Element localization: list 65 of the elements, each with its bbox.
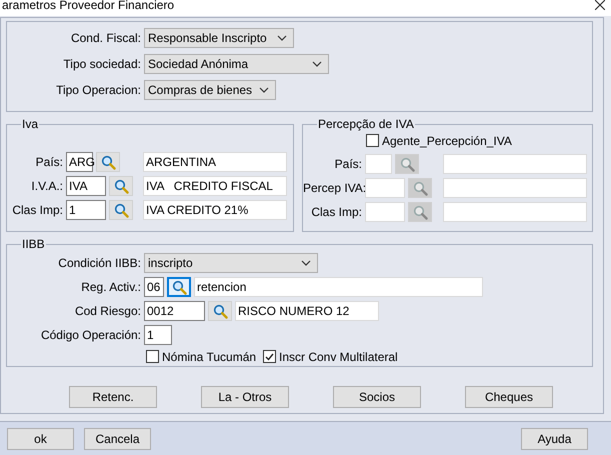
checkbox[interactable] [366, 134, 379, 147]
dropdown[interactable]: Sociedad Anónima [144, 54, 329, 74]
input-field[interactable]: retencion [194, 277, 483, 297]
dropdown[interactable]: Responsable Inscripto [144, 28, 294, 48]
dialog-button[interactable]: Cancela [84, 428, 151, 450]
group-title: Iva [21, 117, 40, 131]
action-button[interactable]: La - Otros [201, 386, 289, 408]
field-label: Tipo sociedad: [62, 56, 141, 73]
search-icon [412, 204, 428, 220]
field-label: Cond. Fiscal: [70, 30, 141, 47]
dialog-button[interactable]: ok [7, 428, 74, 450]
field-label: Clas Imp: [310, 204, 362, 221]
field-label: País: [334, 156, 362, 173]
search-icon [212, 304, 228, 318]
input-field[interactable]: ARGENTINA [143, 152, 287, 172]
input-field[interactable] [443, 178, 587, 198]
field-label: Código Operación: [40, 327, 141, 344]
input-field[interactable]: 0012 [144, 301, 205, 321]
input-field[interactable]: 1 [144, 325, 172, 345]
search-icon [412, 180, 428, 196]
input-field[interactable]: 1 [66, 200, 106, 220]
action-button[interactable]: Retenc. [69, 386, 157, 408]
checkbox[interactable] [263, 350, 276, 363]
input-field[interactable] [365, 178, 405, 198]
search-icon [172, 280, 186, 294]
field-label: I.V.A.: [30, 178, 63, 195]
input-field[interactable]: IVA CREDITO 21% [143, 200, 287, 220]
input-field[interactable]: ARG [66, 152, 93, 172]
input-field[interactable]: 06 [144, 277, 164, 297]
dialog-button[interactable]: Ayuda [521, 428, 588, 450]
window-title: arametros Proveedor Financiero [2, 0, 174, 11]
action-button[interactable]: Cheques [465, 386, 553, 408]
field-label: Clas Imp: [11, 202, 63, 219]
field-label: Reg. Activ.: [80, 279, 141, 296]
field-label: Cod Riesgo: [74, 303, 141, 320]
input-field[interactable]: RISCO NUMERO 12 [235, 301, 379, 321]
close-icon[interactable] [595, 0, 605, 10]
search-icon [114, 178, 128, 194]
input-field[interactable]: IVA CREDITO FISCAL [143, 176, 287, 196]
search-button[interactable] [167, 277, 191, 297]
search-icon [100, 154, 116, 170]
checkbox-label: Inscr Conv Multilateral [279, 348, 398, 366]
chevron-down-icon [301, 260, 311, 266]
chevron-down-icon [259, 87, 269, 93]
dropdown[interactable]: Compras de bienes [144, 80, 276, 100]
chevron-down-icon [312, 61, 322, 67]
field-label: País: [34, 154, 63, 171]
group-title: IIBB [21, 237, 46, 251]
input-field[interactable] [365, 154, 392, 174]
dropdown[interactable]: inscripto [144, 253, 318, 273]
checkmark-icon [265, 352, 274, 360]
chevron-down-icon [277, 35, 287, 41]
input-field[interactable]: IVA [66, 176, 106, 196]
action-button[interactable]: Socios [333, 386, 421, 408]
field-label: Condición IIBB: [57, 255, 141, 272]
input-field[interactable] [365, 202, 405, 222]
checkbox-label: Nómina Tucumán [162, 348, 256, 366]
search-icon [114, 202, 128, 218]
checkbox[interactable] [146, 350, 159, 363]
group-title: Percepção de IVA [317, 117, 415, 131]
input-field[interactable] [443, 154, 587, 174]
checkbox-label: Agente_Percepción_IVA [382, 132, 512, 150]
field-label: Tipo Operacion: [55, 82, 141, 99]
input-field[interactable] [443, 202, 587, 222]
search-icon [400, 156, 414, 172]
